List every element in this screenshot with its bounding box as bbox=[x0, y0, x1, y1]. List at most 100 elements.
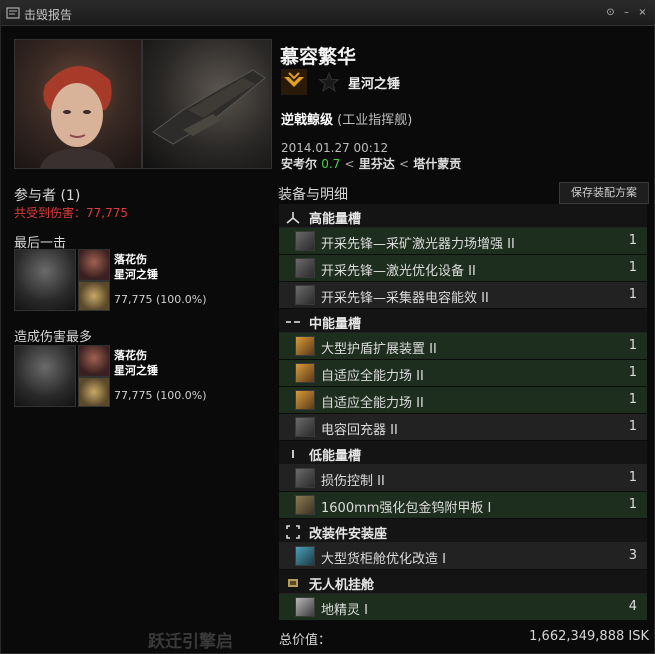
attacker-ship-icon[interactable] bbox=[78, 249, 110, 281]
item-quantity: 1 bbox=[628, 419, 637, 434]
victim-ship-line: 逆戟鲸级 (工业指挥舰) bbox=[281, 109, 412, 128]
shield-hardener-icon[interactable] bbox=[295, 390, 315, 410]
minimize-button[interactable]: – bbox=[619, 5, 634, 20]
slot-group-header[interactable]: 中能量槽 bbox=[279, 309, 647, 333]
shield-extender-icon[interactable] bbox=[295, 336, 315, 356]
item-quantity: 1 bbox=[628, 233, 637, 248]
fitting-item-row[interactable]: 自适应全能力场 II 1 bbox=[279, 387, 647, 414]
total-value-row: 总价值： 1,662,349,888 ISK bbox=[279, 629, 649, 649]
drone-bay-icon bbox=[285, 575, 301, 589]
security-status: 0.7 bbox=[321, 157, 341, 171]
ship-class: (工业指挥舰) bbox=[337, 113, 413, 128]
slot-group-header[interactable]: 高能量槽 bbox=[279, 204, 647, 228]
attacker-name[interactable]: 落花伤 bbox=[114, 251, 147, 267]
region-link[interactable]: 塔什蒙贡 bbox=[413, 157, 461, 171]
item-quantity: 1 bbox=[628, 338, 637, 353]
slot-group-label: 无人机挂舱 bbox=[309, 578, 375, 593]
attacker-damage: 77,775 (100.0%) bbox=[114, 293, 207, 306]
close-button[interactable]: × bbox=[635, 5, 650, 20]
cargo-rig-icon[interactable] bbox=[295, 546, 315, 566]
fitting-item-row[interactable]: 地精灵 I 4 bbox=[279, 594, 647, 621]
item-quantity: 1 bbox=[628, 470, 637, 485]
item-quantity: 1 bbox=[628, 365, 637, 380]
slot-group-label: 改装件安装座 bbox=[309, 527, 388, 542]
low-slot-icon bbox=[285, 446, 301, 460]
item-quantity: 1 bbox=[628, 260, 637, 275]
fitting-list: 高能量槽 开采先锋—采矿激光器力场增强 II 1 开采先锋—激光优化设备 II 1 开采先… bbox=[279, 204, 647, 621]
total-value-amount: 1,662,349,888 ISK bbox=[529, 629, 649, 644]
item-name: 损伤控制 II bbox=[321, 474, 385, 489]
fitting-item-row[interactable]: 开采先锋—采矿激光器力场增强 II 1 bbox=[279, 228, 647, 255]
attacker-corporation[interactable]: 星河之锤 bbox=[114, 362, 158, 378]
attacker-ship-icon[interactable] bbox=[78, 345, 110, 377]
fitting-item-row[interactable]: 开采先锋—采集器电容能效 II 1 bbox=[279, 282, 647, 309]
item-quantity: 3 bbox=[628, 548, 637, 563]
kill-datetime: 2014.01.27 00:12 bbox=[281, 141, 389, 155]
slot-group-header[interactable]: 低能量槽 bbox=[279, 441, 647, 465]
mid-slot-icon bbox=[285, 314, 301, 328]
title-bar[interactable]: 击毁报告 ⊙ – × bbox=[1, 1, 654, 26]
killmail-window: 击毁报告 ⊙ – × 慕容繁华 星河之锤 逆戟鲸级 (工业指挥舰) 2014.0… bbox=[0, 0, 655, 654]
item-name: 大型货柜舱优化改造 I bbox=[321, 552, 446, 567]
attacker-damage: 77,775 (100.0%) bbox=[114, 389, 207, 402]
fitting-item-row[interactable]: 大型货柜舱优化改造 I 3 bbox=[279, 543, 647, 570]
fitting-item-row[interactable]: 电容回充器 II 1 bbox=[279, 414, 647, 441]
victim-name[interactable]: 慕容繁华 bbox=[280, 42, 356, 69]
total-value-label: 总价值： bbox=[279, 633, 332, 648]
location-separator: < bbox=[344, 157, 355, 171]
constellation-link[interactable]: 里芬达 bbox=[359, 157, 395, 171]
item-name: 开采先锋—采矿激光器力场增强 II bbox=[321, 237, 515, 252]
save-fitting-button[interactable]: 保存装配方案 bbox=[559, 182, 649, 204]
mining-upgrade-icon[interactable] bbox=[295, 285, 315, 305]
item-quantity: 1 bbox=[628, 392, 637, 407]
item-quantity: 4 bbox=[628, 599, 637, 614]
mining-upgrade-icon[interactable] bbox=[295, 231, 315, 251]
ship-name[interactable]: 逆戟鲸级 bbox=[281, 113, 333, 128]
item-name: 自适应全能力场 II bbox=[321, 396, 424, 411]
victim-portrait[interactable] bbox=[14, 39, 142, 169]
location-separator: < bbox=[398, 157, 409, 171]
item-name: 开采先锋—采集器电容能效 II bbox=[321, 291, 489, 306]
attacker-name[interactable]: 落花伤 bbox=[114, 347, 147, 363]
total-damage-label: 共受到伤害：77,775 bbox=[14, 206, 128, 220]
slot-group-label: 高能量槽 bbox=[309, 212, 362, 227]
shield-hardener-icon[interactable] bbox=[295, 363, 315, 383]
solar-system-link[interactable]: 安考尔 bbox=[281, 157, 317, 171]
high-slot-icon bbox=[285, 209, 301, 224]
fitting-item-row[interactable]: 自适应全能力场 II 1 bbox=[279, 360, 647, 387]
fitting-item-row[interactable]: 开采先锋—激光优化设备 II 1 bbox=[279, 255, 647, 282]
corporation-logo-icon[interactable] bbox=[281, 69, 307, 95]
slot-group-header[interactable]: 无人机挂舱 bbox=[279, 570, 647, 594]
attacker-portrait[interactable] bbox=[14, 345, 76, 407]
item-quantity: 1 bbox=[628, 497, 637, 512]
kill-location: 安考尔 0.7 < 里芬达 < 塔什蒙贡 bbox=[281, 155, 461, 172]
armor-plate-icon[interactable] bbox=[295, 495, 315, 515]
mining-upgrade-icon[interactable] bbox=[295, 258, 315, 278]
attacker-top-damage[interactable]: 落花伤 星河之锤 77,775 (100.0%) bbox=[14, 345, 269, 409]
item-name: 电容回充器 II bbox=[321, 423, 398, 438]
attacker-weapon-icon[interactable] bbox=[78, 281, 110, 311]
item-name: 自适应全能力场 II bbox=[321, 369, 424, 384]
attacker-portrait[interactable] bbox=[14, 249, 76, 311]
alliance-logo-icon[interactable] bbox=[317, 70, 341, 94]
attacker-final-blow[interactable]: 落花伤 星河之锤 77,775 (100.0%) bbox=[14, 249, 269, 313]
slot-group-label: 中能量槽 bbox=[309, 317, 362, 332]
fitting-item-row[interactable]: 损伤控制 II 1 bbox=[279, 465, 647, 492]
attacker-weapon-icon[interactable] bbox=[78, 377, 110, 407]
fitting-item-row[interactable]: 1600mm强化包金钨附甲板 I 1 bbox=[279, 492, 647, 519]
cap-recharger-icon[interactable] bbox=[295, 417, 315, 437]
item-name: 1600mm强化包金钨附甲板 I bbox=[321, 501, 492, 516]
slot-group-label: 低能量槽 bbox=[309, 449, 362, 464]
fitting-heading: 装备与明细 bbox=[278, 187, 348, 203]
victim-ship-image[interactable] bbox=[142, 39, 272, 169]
damage-control-icon[interactable] bbox=[295, 468, 315, 488]
fitting-item-row[interactable]: 大型护盾扩展装置 II 1 bbox=[279, 333, 647, 360]
attacker-corporation[interactable]: 星河之锤 bbox=[114, 266, 158, 282]
item-quantity: 1 bbox=[628, 287, 637, 302]
item-name: 大型护盾扩展装置 II bbox=[321, 342, 437, 357]
window-options-button[interactable]: ⊙ bbox=[603, 5, 618, 20]
victim-corporation[interactable]: 星河之锤 bbox=[348, 73, 400, 92]
background-ticker-text: 跃迁引擎启 bbox=[148, 632, 233, 652]
drone-icon[interactable] bbox=[295, 597, 315, 617]
slot-group-header[interactable]: 改装件安装座 bbox=[279, 519, 647, 543]
